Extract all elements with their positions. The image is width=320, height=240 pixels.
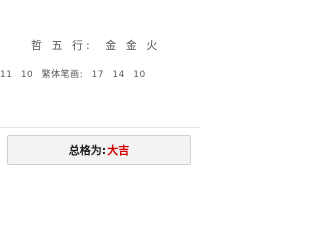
section-divider xyxy=(0,127,200,128)
wuxing-element-2: 金 xyxy=(125,39,140,52)
stroke-value-3: 10 xyxy=(133,70,146,80)
total-grid-result-box: 总格为: 大吉 xyxy=(7,135,191,165)
stroke-leading-1: 11 xyxy=(0,70,13,80)
stroke-value-2: 14 xyxy=(112,70,125,80)
result-value: 大吉 xyxy=(107,144,130,157)
stroke-value-1: 17 xyxy=(91,70,105,80)
stroke-leading-2: 10 xyxy=(20,70,34,80)
wuxing-row: 哲 五 行: 金 金 火 xyxy=(31,37,160,53)
wuxing-label: 五 行: xyxy=(51,39,93,52)
wuxing-element-3: 火 xyxy=(146,39,161,52)
wuxing-element-1: 金 xyxy=(105,39,120,52)
strokes-row: 11 10 繁体笔画: 17 14 10 xyxy=(0,67,146,80)
result-label: 总格为: xyxy=(68,144,107,157)
name-analysis-panel: 哲 五 行: 金 金 火 11 10 繁体笔画: 17 14 10 总格为: 大… xyxy=(0,0,200,200)
wuxing-prefix-char: 哲 xyxy=(31,39,45,52)
strokes-label: 繁体笔画: xyxy=(41,70,84,80)
